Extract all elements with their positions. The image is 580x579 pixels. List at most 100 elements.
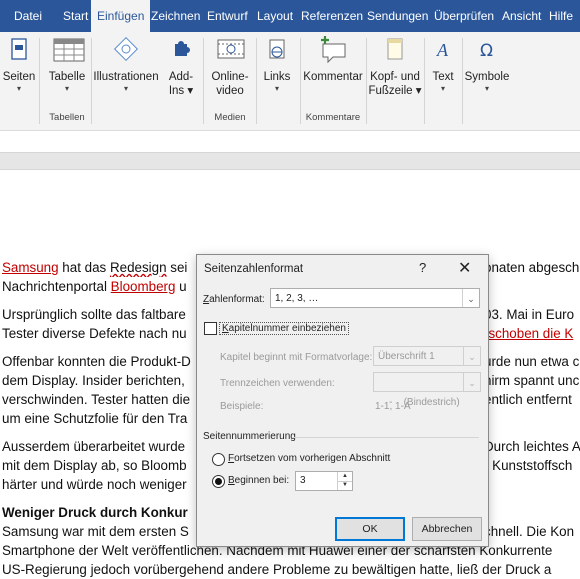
pages-chevron: ▾: [16, 84, 21, 93]
chevron-down-icon: ⌄: [463, 373, 480, 391]
illustrations-button[interactable]: Illustrationen ▾: [92, 32, 160, 94]
header-footer-button[interactable]: Kopf- und Fußzeile ▾: [368, 32, 422, 98]
tab-ansicht[interactable]: Ansicht: [502, 0, 541, 32]
table-chevron: ▾: [64, 84, 69, 93]
section-divider: [293, 437, 479, 438]
symbols-label: Symbole: [464, 71, 510, 83]
examples-label: Beispiele:: [220, 401, 264, 412]
symbols-button[interactable]: Ω Symbole ▾: [464, 32, 510, 94]
include-chapter-label: Kapitelnummer einbeziehen: [219, 322, 349, 335]
ribbon-separator: [300, 38, 301, 124]
link-icon: [263, 36, 291, 64]
tab-sendungen[interactable]: Sendungen: [367, 0, 428, 32]
tab-start[interactable]: Start: [63, 0, 88, 32]
text-line: US-Regierung jedoch vorübergehend andere…: [2, 562, 552, 577]
omega-icon: Ω: [473, 36, 501, 64]
text-icon: A: [429, 36, 457, 64]
separator-label: Trennzeichen verwenden:: [220, 378, 335, 389]
text-line-right: urde nun etwa c: [484, 354, 580, 369]
illustrations-label: Illustrationen: [93, 71, 159, 83]
text-chevron: ▾: [440, 84, 445, 93]
number-format-value: 1, 2, 3, …: [275, 293, 319, 304]
start-at-value: 3: [300, 475, 306, 486]
ribbon-separator: [366, 38, 367, 124]
text-line-right: Durch leichtes A: [484, 439, 580, 454]
online-video-button[interactable]: Online- video: [207, 32, 253, 98]
dialog-title: Seitenzahlenformat: [204, 263, 304, 275]
text-line-right: r Kunststoffsch: [484, 458, 573, 473]
separator-select[interactable]: - (Bindestrich) ⌄: [373, 372, 481, 408]
numbering-section-label: Seitennummerierung: [203, 431, 296, 442]
ribbon: Seiten ▾ Tabelle ▾ Tabellen Illustration…: [0, 32, 580, 131]
text-label: Text: [432, 71, 454, 83]
comment-label: Kommentar: [303, 71, 363, 83]
illustrations-chevron: ▾: [123, 84, 128, 93]
radio-selected-dot: [215, 478, 222, 485]
illustrations-icon: [112, 36, 140, 64]
spin-down-icon[interactable]: ▼: [337, 481, 352, 490]
tab-layout[interactable]: Layout: [257, 0, 293, 32]
horizontal-ruler: [0, 152, 580, 170]
include-chapter-checkbox[interactable]: [204, 322, 217, 335]
addins-label: Add-: [168, 71, 194, 83]
online-video-label: Online-: [211, 71, 249, 83]
chapter-style-select[interactable]: Überschrift 1 ⌄: [373, 346, 481, 366]
tab-zeichnen[interactable]: Zeichnen: [151, 0, 200, 32]
ribbon-separator: [424, 38, 425, 124]
text-line-right: hirm spannt unc: [484, 373, 580, 388]
samsung-link[interactable]: Samsung: [2, 260, 59, 275]
start-at-spinner[interactable]: 3 ▲ ▼: [295, 471, 353, 491]
chapter-style-value: Überschrift 1: [378, 351, 435, 362]
number-format-label: Zahlenformat:: [203, 294, 265, 305]
pages-icon: [5, 36, 33, 64]
chevron-down-icon: ⌄: [463, 347, 480, 365]
comment-button[interactable]: Kommentar: [302, 32, 364, 84]
continue-radio[interactable]: [212, 453, 225, 466]
header-footer-label-2: Fußzeile ▾: [368, 85, 422, 97]
pages-button[interactable]: Seiten ▾: [2, 32, 36, 94]
addins-button[interactable]: Add- Ins ▾: [163, 32, 199, 98]
links-chevron: ▾: [274, 84, 279, 93]
tab-hilfe[interactable]: Hilfe: [549, 0, 573, 32]
svg-text:Ω: Ω: [480, 41, 493, 61]
examples-value: 1-1, 1-A: [375, 401, 411, 412]
table-icon: [53, 36, 85, 64]
chapter-style-label: Kapitel beginnt mit Formatvorlage:: [220, 352, 373, 363]
group-label-tables: Tabellen: [49, 112, 85, 123]
links-button[interactable]: Links ▾: [259, 32, 295, 94]
addins-icon: [167, 36, 195, 64]
tab-entwurf[interactable]: Entwurf: [207, 0, 248, 32]
group-label-media: Medien: [214, 112, 246, 123]
table-button[interactable]: Tabelle ▾: [46, 32, 88, 94]
tab-referenzen[interactable]: Referenzen: [301, 0, 363, 32]
tab-ueberpruefen[interactable]: Überprüfen: [434, 0, 494, 32]
number-format-select[interactable]: 1, 2, 3, … ⌄: [270, 288, 480, 308]
addins-label-2: Ins ▾: [168, 85, 194, 97]
help-button[interactable]: ?: [419, 260, 426, 275]
online-video-label-2: video: [216, 85, 244, 97]
tab-datei[interactable]: Datei: [14, 0, 42, 32]
tab-einfuegen[interactable]: Einfügen: [91, 0, 151, 32]
film-icon: [216, 36, 245, 64]
group-label-comments: Kommentare: [305, 112, 361, 123]
chevron-down-icon: ⌄: [462, 289, 479, 307]
page-number-format-dialog: Seitenzahlenformat ? ✕ Zahlenformat: 1, …: [196, 254, 489, 547]
table-label: Tabelle: [48, 71, 86, 83]
start-at-radio[interactable]: [212, 475, 225, 488]
ribbon-tab-bar: Datei Start Einfügen Zeichnen Entwurf La…: [0, 0, 580, 32]
text-line-right: 03. Mai in Euro: [484, 307, 575, 322]
bloomberg-link[interactable]: Bloomberg: [111, 279, 176, 294]
symbols-chevron: ▾: [484, 84, 489, 93]
ok-button[interactable]: OK: [335, 517, 405, 541]
text-button[interactable]: A Text ▾: [426, 32, 460, 94]
header-footer-label: Kopf- und: [370, 71, 420, 83]
ribbon-separator: [256, 38, 257, 124]
text-line-right-link[interactable]: rschoben die K: [484, 324, 580, 343]
text-line-right: onaten abgesch: [484, 260, 580, 275]
svg-text:A: A: [436, 40, 449, 60]
close-icon[interactable]: ✕: [458, 258, 471, 278]
ribbon-separator: [203, 38, 204, 124]
cancel-button[interactable]: Abbrechen: [412, 517, 482, 541]
text-line-right: entlich entfernt: [484, 392, 572, 407]
pages-label: Seiten: [2, 71, 36, 83]
